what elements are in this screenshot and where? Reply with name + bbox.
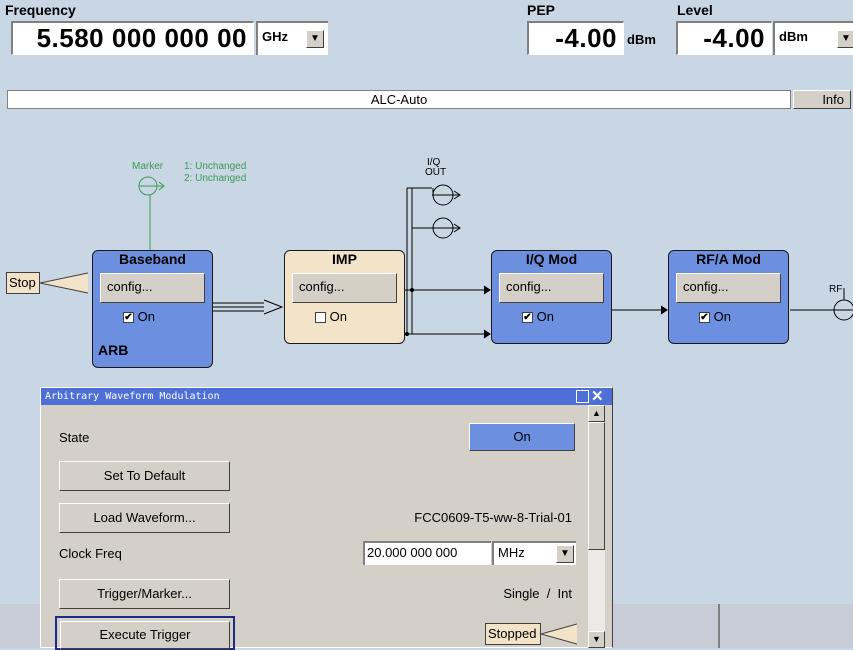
rf-a-mod-on-label: On bbox=[713, 309, 731, 324]
baseband-title: Baseband bbox=[119, 251, 186, 267]
iq-mod-on-label: On bbox=[536, 309, 554, 324]
rf-a-mod-block[interactable]: RF/A Mod config... ✔ On bbox=[668, 250, 789, 344]
arb-dialog: Arbitrary Waveform Modulation ✕ State On… bbox=[40, 387, 613, 650]
imp-on-toggle[interactable]: On bbox=[315, 309, 347, 324]
baseband-sub-label: ARB bbox=[98, 342, 129, 358]
iq-mod-title: I/Q Mod bbox=[525, 251, 578, 267]
checkbox-icon[interactable]: ✔ bbox=[123, 312, 134, 324]
scroll-up-icon[interactable]: ▲ bbox=[588, 405, 605, 422]
state-label: State bbox=[59, 430, 90, 445]
iq-mod-on-toggle[interactable]: ✔ On bbox=[522, 309, 554, 324]
set-default-button[interactable]: Set To Default bbox=[59, 461, 230, 491]
iq-out-label-2: OUT bbox=[425, 167, 447, 178]
baseband-block[interactable]: Baseband config... ✔ On ARB bbox=[92, 250, 213, 368]
execute-trigger-button[interactable]: Execute Trigger bbox=[60, 621, 230, 649]
baseband-on-toggle[interactable]: ✔ On bbox=[123, 309, 155, 324]
maximize-icon[interactable] bbox=[576, 390, 589, 403]
chevron-down-icon[interactable]: ▼ bbox=[556, 545, 574, 563]
imp-block[interactable]: IMP config... On bbox=[284, 250, 405, 344]
marker2-status: 2: Unchanged bbox=[184, 173, 247, 184]
trigger-status-tag: Stopped bbox=[485, 623, 577, 647]
imp-title: IMP bbox=[332, 251, 357, 267]
clock-freq-field[interactable]: 20.000 000 000 bbox=[363, 541, 491, 565]
close-icon[interactable]: ✕ bbox=[591, 387, 604, 405]
focus-frame: Execute Trigger bbox=[55, 616, 235, 650]
imp-on-label: On bbox=[329, 309, 347, 324]
marker1-status: 1: Unchanged bbox=[184, 161, 247, 172]
clock-freq-label: Clock Freq bbox=[59, 546, 122, 561]
dialog-title-bar: Arbitrary Waveform Modulation bbox=[41, 388, 612, 405]
trigger-state-tag: Stop bbox=[6, 272, 88, 296]
dialog-scrollbar[interactable]: ▲ ▼ bbox=[588, 405, 605, 648]
clock-unit-value: MHz bbox=[498, 545, 525, 560]
iq-mod-config-button[interactable]: config... bbox=[499, 273, 604, 303]
scroll-thumb[interactable] bbox=[588, 422, 605, 550]
marker-label: Marker bbox=[132, 161, 164, 172]
trigger-arrow-icon bbox=[39, 272, 88, 294]
dialog-title: Arbitrary Waveform Modulation bbox=[45, 391, 220, 402]
checkbox-icon[interactable]: ✔ bbox=[699, 312, 710, 324]
baseband-config-button[interactable]: config... bbox=[100, 273, 205, 303]
rf-a-mod-title: RF/A Mod bbox=[696, 251, 761, 267]
waveform-name: FCC0609-T5-ww-8-Trial-01 bbox=[414, 510, 572, 525]
iq-mod-block[interactable]: I/Q Mod config... ✔ On bbox=[491, 250, 612, 344]
baseband-on-label: On bbox=[137, 309, 155, 324]
trigger-status-arrow-icon bbox=[539, 623, 577, 645]
trigger-mode: Single / Int bbox=[503, 586, 572, 601]
rf-a-mod-on-toggle[interactable]: ✔ On bbox=[699, 309, 731, 324]
checkbox-icon[interactable] bbox=[315, 312, 326, 324]
scroll-down-icon[interactable]: ▼ bbox=[588, 631, 605, 648]
trigger-state-label: Stop bbox=[6, 272, 40, 294]
rf-a-mod-config-button[interactable]: config... bbox=[676, 273, 781, 303]
state-toggle-button[interactable]: On bbox=[469, 423, 575, 451]
trigger-marker-button[interactable]: Trigger/Marker... bbox=[59, 579, 230, 609]
trigger-status-label: Stopped bbox=[485, 623, 541, 645]
clock-unit-select[interactable]: MHz ▼ bbox=[492, 541, 576, 565]
rf-label: RF bbox=[829, 284, 843, 295]
load-waveform-button[interactable]: Load Waveform... bbox=[59, 503, 230, 533]
checkbox-icon[interactable]: ✔ bbox=[522, 312, 533, 324]
softkey-divider bbox=[718, 604, 720, 648]
imp-config-button[interactable]: config... bbox=[292, 273, 397, 303]
